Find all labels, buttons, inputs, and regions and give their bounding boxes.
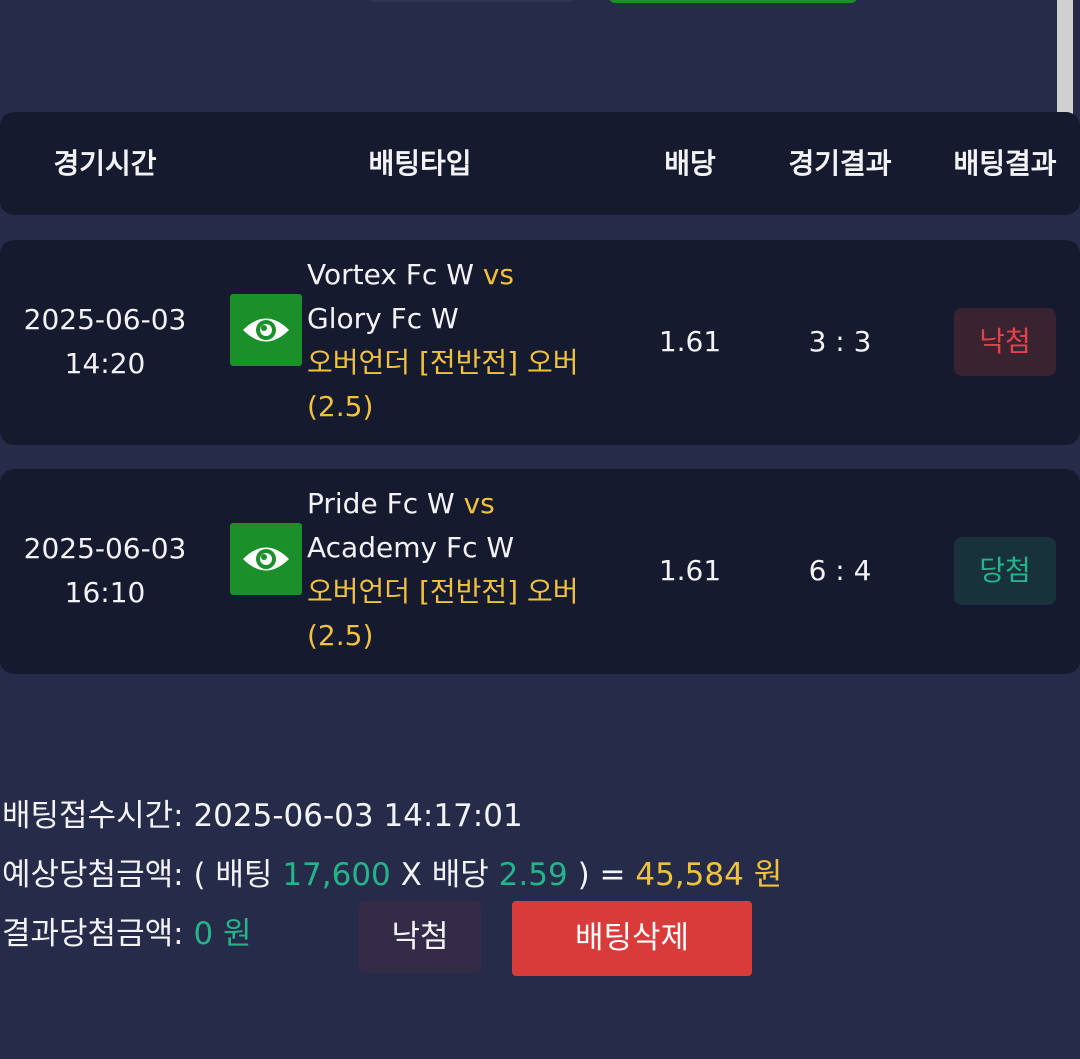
header-game-result: 경기결과 xyxy=(788,147,892,180)
bet-description: Vortex Fc W vs Glory Fc W 오버언더 [전반전] 오버 … xyxy=(307,253,627,429)
table-row: 2025-06-03 16:10 Pride Fc W vs Academy F… xyxy=(0,469,1080,674)
bet-amount: 17,600 xyxy=(282,857,391,893)
result-label: 결과당첨금액: xyxy=(2,916,184,952)
match-datetime: 2025-06-03 14:20 xyxy=(0,298,210,386)
status-button[interactable]: 낙첨 xyxy=(359,901,481,973)
bet-description: Pride Fc W vs Academy Fc W 오버언더 [전반전] 오버… xyxy=(307,482,627,658)
match-time: 16:10 xyxy=(64,576,146,609)
vs-label: vs xyxy=(482,258,514,291)
match-odds: 1.61 xyxy=(658,554,722,587)
match-time: 14:20 xyxy=(64,347,146,380)
header-time: 경기시간 xyxy=(53,147,157,180)
odds-label: 배당 xyxy=(431,857,489,893)
eye-icon[interactable] xyxy=(230,294,302,366)
away-team: Academy Fc W xyxy=(307,531,515,564)
header-bet-type: 배팅타입 xyxy=(368,147,472,180)
home-team: Vortex Fc W xyxy=(307,258,474,291)
match-date: 2025-06-03 xyxy=(23,303,187,336)
result-amount: 0 xyxy=(193,916,214,952)
market-line1: 오버언더 [전반전] 오버 xyxy=(307,346,579,379)
eye-icon[interactable] xyxy=(230,523,302,595)
match-score: 6 : 4 xyxy=(808,554,872,587)
result-amount-line: 결과당첨금액: 0 원 xyxy=(2,912,252,956)
top-button-left[interactable] xyxy=(368,0,574,2)
market-line2: (2.5) xyxy=(307,619,374,652)
accept-time-value: 2025-06-03 14:17:01 xyxy=(193,798,523,834)
match-date: 2025-06-03 xyxy=(23,532,187,565)
header-bet-result: 배팅결과 xyxy=(953,147,1057,180)
delete-bet-button[interactable]: 배팅삭제 xyxy=(512,901,752,976)
result-currency: 원 xyxy=(223,916,252,952)
status-badge: 당첨 xyxy=(954,537,1056,605)
open-paren: ( xyxy=(193,857,206,893)
accept-time-line: 배팅접수시간: 2025-06-03 14:17:01 xyxy=(2,794,523,838)
match-datetime: 2025-06-03 16:10 xyxy=(0,527,210,615)
bet-label: 배팅 xyxy=(215,857,273,893)
status-badge: 낙첨 xyxy=(954,308,1056,376)
multiply-sign: X xyxy=(400,857,422,893)
expected-currency: 원 xyxy=(753,857,783,893)
top-button-right[interactable] xyxy=(609,0,857,3)
market-line2: (2.5) xyxy=(307,390,374,423)
expected-amount: 45,584 xyxy=(635,857,744,893)
table-header: 경기시간 배팅타입 배당 경기결과 배팅결과 xyxy=(0,112,1080,215)
market-line1: 오버언더 [전반전] 오버 xyxy=(307,575,579,608)
expected-amount-line: 예상당첨금액: ( 배팅 17,600 X 배당 2.59 ) = 45,584… xyxy=(2,853,782,897)
vs-label: vs xyxy=(463,487,495,520)
expected-label: 예상당첨금액: xyxy=(2,857,184,893)
away-team: Glory Fc W xyxy=(307,302,459,335)
home-team: Pride Fc W xyxy=(307,487,455,520)
accept-time-label: 배팅접수시간: xyxy=(2,798,184,834)
match-score: 3 : 3 xyxy=(808,325,872,358)
header-odds: 배당 xyxy=(664,147,716,180)
close-paren-equals: ) = xyxy=(577,857,626,893)
total-odds: 2.59 xyxy=(498,857,568,893)
table-row: 2025-06-03 14:20 Vortex Fc W vs Glory Fc… xyxy=(0,240,1080,445)
match-odds: 1.61 xyxy=(658,325,722,358)
